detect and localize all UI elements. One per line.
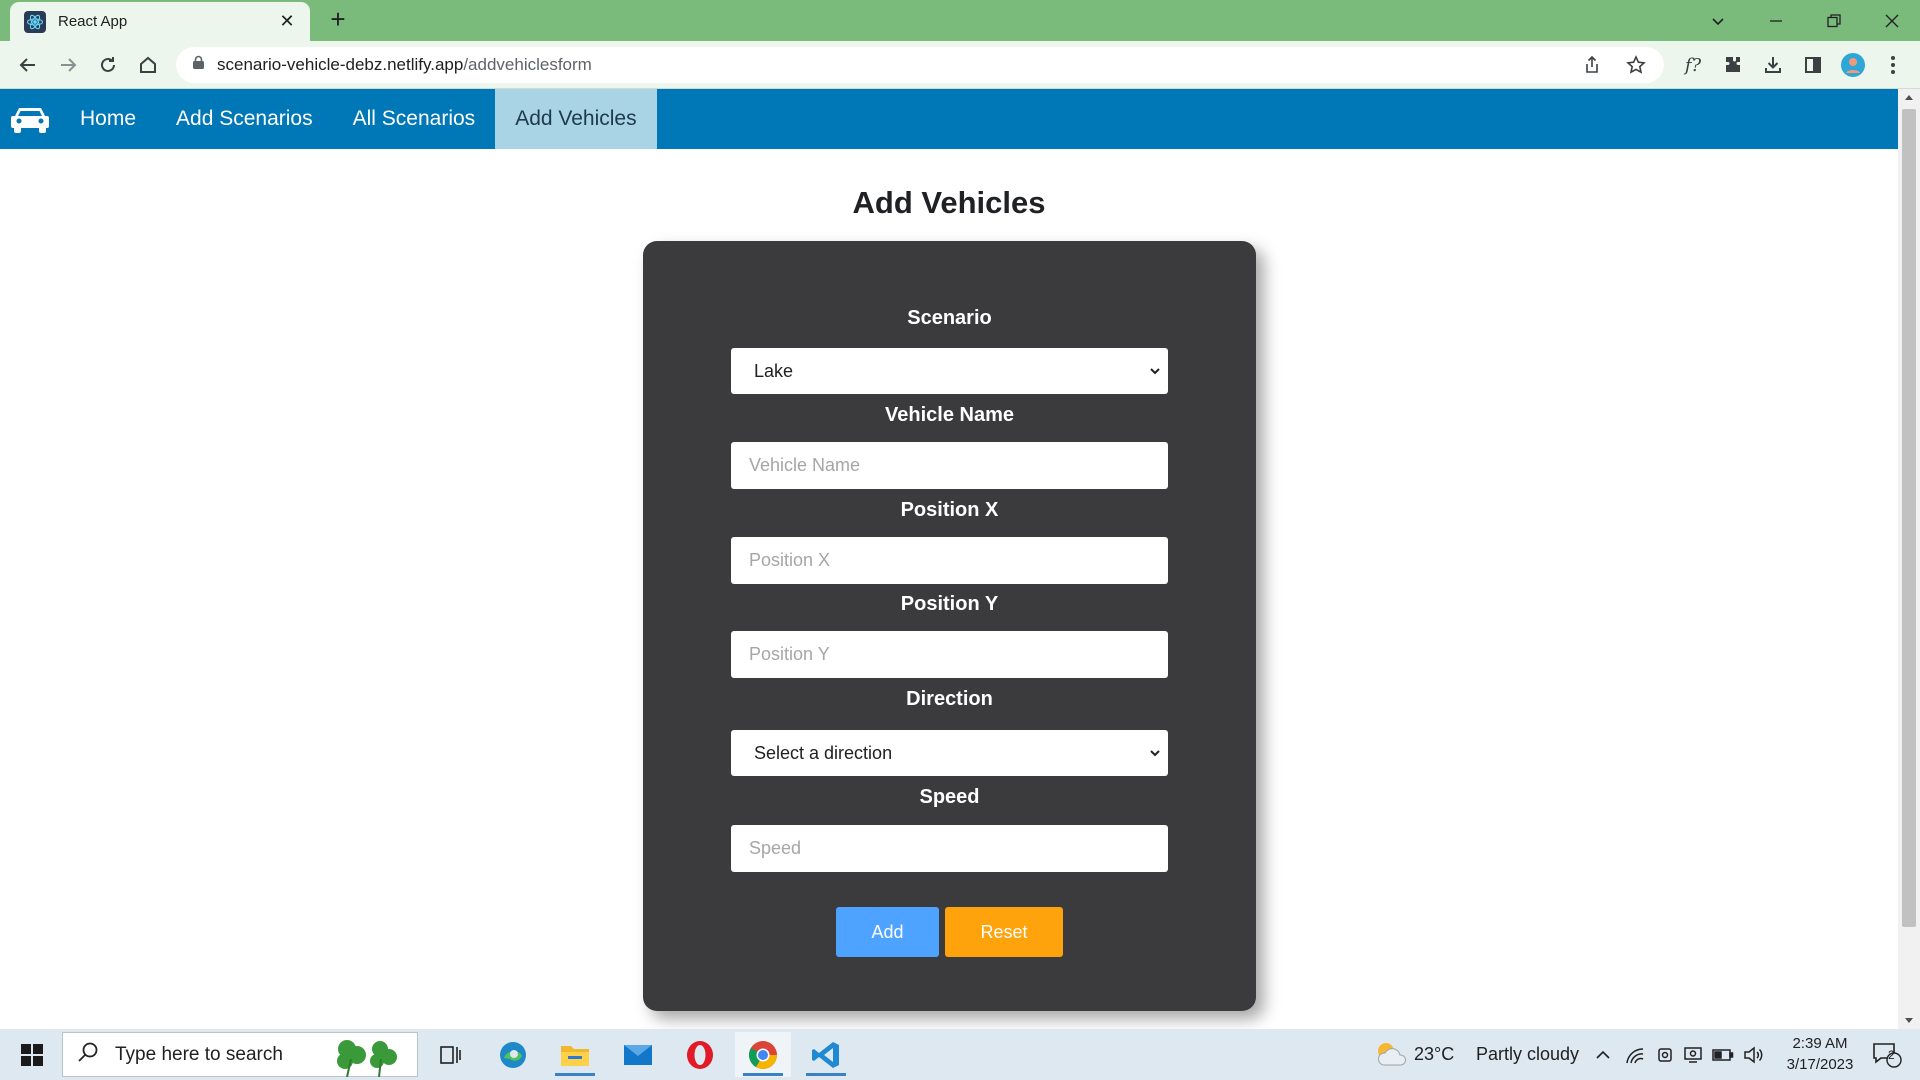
formula-extension-icon[interactable]: f? [1677, 49, 1709, 81]
scroll-thumb[interactable] [1902, 109, 1916, 927]
add-vehicle-form: Scenario Lake Vehicle Name Position X Po… [643, 241, 1256, 1011]
profile-avatar[interactable] [1837, 49, 1869, 81]
nav-home[interactable]: Home [60, 89, 156, 149]
direction-select[interactable]: Select a direction [731, 730, 1168, 776]
side-panel-icon[interactable] [1797, 49, 1829, 81]
clock-date: 3/17/2023 [1786, 1056, 1854, 1073]
reload-icon[interactable] [92, 49, 124, 81]
taskbar-clock[interactable]: 2:39 AM 3/17/2023 [1775, 1033, 1865, 1075]
page-viewport: Home Add Scenarios All Scenarios Add Veh… [0, 89, 1898, 1029]
browser-toolbar: scenario-vehicle-debz.netlify.app/addveh… [0, 41, 1920, 89]
position-y-label: Position Y [900, 593, 999, 615]
windows-taskbar: Type here to search 23°C Partly cloudy 2… [0, 1029, 1920, 1080]
page-scrollbar[interactable] [1898, 89, 1920, 1029]
wifi-icon[interactable] [1624, 1044, 1646, 1066]
search-placeholder: Type here to search [115, 1043, 283, 1065]
scroll-up-icon[interactable] [1898, 89, 1920, 105]
position-x-input[interactable] [731, 537, 1168, 584]
edge-browser-icon[interactable] [485, 1032, 541, 1077]
speed-label: Speed [919, 786, 980, 808]
nav-add-scenarios[interactable]: Add Scenarios [156, 89, 333, 149]
react-favicon-icon [24, 10, 46, 33]
vehicle-name-input[interactable] [731, 442, 1168, 489]
address-bar[interactable]: scenario-vehicle-debz.netlify.app/addveh… [176, 47, 1664, 83]
taskbar-search-box[interactable]: Type here to search [62, 1032, 418, 1080]
position-x-label: Position X [900, 499, 999, 521]
task-view-icon[interactable] [422, 1032, 478, 1077]
notification-center-icon[interactable]: 2 [1870, 1043, 1904, 1068]
opera-browser-icon[interactable] [672, 1032, 728, 1077]
chevron-down-icon [1148, 743, 1162, 768]
close-tab-icon[interactable]: ✕ [276, 11, 298, 32]
weather-temperature[interactable]: 23°C [1414, 1044, 1454, 1065]
battery-icon[interactable] [1712, 1044, 1734, 1066]
mail-icon[interactable] [610, 1032, 666, 1077]
page-title: Add Vehicles [852, 185, 1046, 220]
shamrock-icon [325, 1035, 405, 1080]
close-window-icon[interactable] [1864, 0, 1920, 41]
forward-icon[interactable] [52, 49, 84, 81]
lock-icon [192, 55, 205, 75]
reset-button[interactable]: Reset [945, 907, 1063, 957]
new-tab-icon[interactable]: + [324, 6, 352, 34]
scenario-select[interactable]: Lake [731, 348, 1168, 394]
browser-tabstrip: React App ✕ + [0, 0, 1920, 41]
tab-search-icon[interactable] [1690, 0, 1746, 41]
add-button[interactable]: Add [836, 907, 939, 957]
vehicle-name-label: Vehicle Name [885, 404, 1014, 426]
show-hidden-icons-chevron-up-icon[interactable] [1592, 1044, 1614, 1066]
tab-title: React App [58, 13, 128, 30]
url-host: scenario-vehicle-debz.netlify.app [217, 55, 464, 74]
car-logo-icon[interactable] [0, 89, 60, 149]
windows-start-icon[interactable] [8, 1036, 56, 1074]
vscode-icon[interactable] [798, 1032, 854, 1077]
nav-all-scenarios[interactable]: All Scenarios [333, 89, 496, 149]
scenario-label: Scenario [907, 307, 992, 329]
url-path: /addvehiclesform [463, 55, 592, 74]
direction-label: Direction [906, 688, 993, 710]
scroll-down-icon[interactable] [1898, 1013, 1920, 1029]
direction-select-value: Select a direction [754, 742, 893, 763]
extensions-puzzle-icon[interactable] [1717, 49, 1749, 81]
bookmark-star-icon[interactable] [1622, 51, 1650, 79]
weather-partly-cloudy-icon[interactable] [1374, 1039, 1408, 1074]
menu-kebab-icon[interactable] [1877, 49, 1909, 81]
browser-tab[interactable]: React App ✕ [10, 2, 310, 41]
weather-condition[interactable]: Partly cloudy [1476, 1044, 1579, 1065]
meet-now-icon[interactable] [1654, 1044, 1676, 1066]
home-icon[interactable] [132, 49, 164, 81]
scenario-select-value: Lake [754, 360, 794, 381]
nav-add-vehicles[interactable]: Add Vehicles [495, 89, 657, 149]
share-icon[interactable] [1578, 51, 1606, 79]
top-navbar: Home Add Scenarios All Scenarios Add Veh… [0, 89, 1898, 149]
speed-input[interactable] [731, 825, 1168, 872]
search-icon [77, 1041, 99, 1068]
clock-time: 2:39 AM [1792, 1035, 1848, 1052]
minimize-icon[interactable] [1748, 0, 1804, 41]
back-icon[interactable] [12, 49, 44, 81]
position-y-input[interactable] [731, 631, 1168, 678]
file-explorer-icon[interactable] [547, 1032, 603, 1077]
chrome-browser-icon[interactable] [735, 1032, 791, 1077]
network-monitor-icon[interactable] [1682, 1044, 1704, 1066]
chevron-down-icon [1148, 361, 1162, 386]
volume-icon[interactable] [1742, 1044, 1764, 1066]
url-text: scenario-vehicle-debz.netlify.app/addveh… [217, 55, 592, 75]
notification-count: 2 [1888, 1048, 1895, 1062]
restore-icon[interactable] [1806, 0, 1862, 41]
download-icon[interactable] [1757, 49, 1789, 81]
